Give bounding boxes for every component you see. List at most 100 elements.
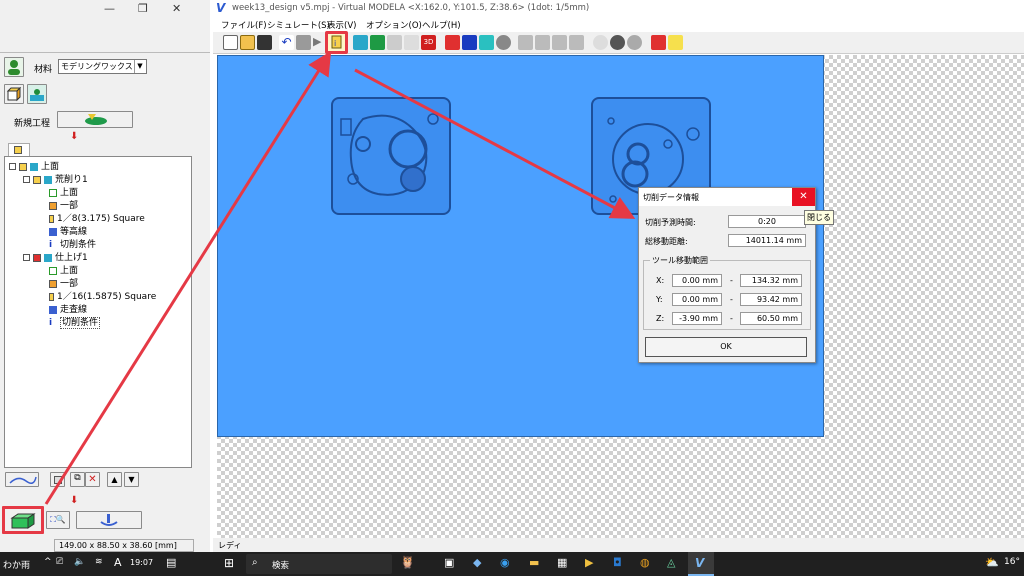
tree-item[interactable]: 仕上げ1 [9, 252, 191, 265]
cutting-data-info-button[interactable]: i [325, 31, 348, 54]
chevron-down-icon[interactable]: ▼ [134, 60, 145, 73]
app-icon[interactable]: ◬ [667, 556, 675, 569]
tree-item[interactable]: i 切削条件 [9, 317, 191, 330]
cut-output-button[interactable] [76, 511, 142, 529]
view-front-icon[interactable] [518, 35, 533, 50]
move-down-icon[interactable]: ▼ [124, 472, 139, 487]
curve-icon[interactable] [387, 35, 402, 50]
clock[interactable]: 19:07 [130, 558, 153, 567]
store-icon[interactable]: ▦ [557, 556, 567, 569]
search-box[interactable]: ⌕ 検索 [246, 554, 392, 574]
new-file-icon[interactable] [223, 35, 238, 50]
info-icon: i [49, 318, 57, 327]
box-outline-icon [49, 188, 57, 197]
delete-icon[interactable]: ✕ [85, 472, 100, 487]
new-process-button[interactable] [57, 111, 133, 128]
tree-item[interactable]: 1／8(3.175) Square [9, 213, 191, 226]
view-top-icon[interactable] [535, 35, 550, 50]
rough-icon [33, 175, 41, 184]
media-icon[interactable]: ▶ [585, 556, 593, 569]
tree-item[interactable]: 一部 [9, 200, 191, 213]
material-select[interactable]: モデリングワックス ▼ [58, 59, 147, 74]
tree-item[interactable]: 等高線 [9, 226, 191, 239]
windows-start-icon[interactable]: ⊞ [224, 556, 234, 570]
tree-item[interactable]: 1／16(1.5875) Square [9, 291, 191, 304]
temperature: 16° [1004, 557, 1020, 567]
grid-red-icon[interactable] [445, 35, 460, 50]
user-icon[interactable] [4, 57, 24, 77]
copilot-icon[interactable]: ◆ [473, 556, 481, 569]
surface-icon [44, 253, 52, 262]
open-folder-icon[interactable] [240, 35, 255, 50]
stop-icon[interactable] [296, 35, 311, 50]
reset-icon[interactable] [651, 35, 666, 50]
delete-icon-box[interactable] [50, 472, 65, 487]
tree-item[interactable]: 上面 [9, 265, 191, 278]
dialog-close-icon[interactable]: ✕ [792, 188, 815, 206]
task-view-icon[interactable]: ▣ [444, 556, 454, 569]
tree-label: 仕上げ1 [55, 253, 88, 263]
toolpath-icon[interactable] [370, 35, 385, 50]
view-side-icon[interactable] [552, 35, 567, 50]
save-icon[interactable] [257, 35, 272, 50]
expand-icon[interactable] [23, 176, 30, 183]
notification-icon[interactable]: ▤ [166, 556, 176, 569]
grid-blue-icon[interactable] [462, 35, 477, 50]
expand-icon[interactable] [9, 163, 16, 170]
menu-view[interactable]: 表示(V) [327, 19, 356, 31]
chrome-icon[interactable]: ◍ [640, 556, 650, 569]
menu-simulate[interactable]: シミュレート(S) [267, 19, 330, 31]
restore-icon[interactable]: ❐ [138, 2, 148, 15]
cutting-simulation-button[interactable] [2, 506, 44, 534]
file-explorer-icon[interactable]: ▬ [529, 556, 539, 569]
window-title: week13_design v5.mpj - Virtual MODELA <X… [232, 3, 590, 13]
tree-item[interactable]: 上面 [9, 161, 191, 174]
material-label: 材料 [34, 65, 53, 75]
3d-view-icon[interactable]: 3D [421, 35, 436, 50]
new-process-label: 新規工程 [14, 119, 51, 129]
tree-item[interactable]: 一部 [9, 278, 191, 291]
tree-label: 走査線 [60, 305, 88, 315]
path-icon[interactable] [5, 472, 39, 487]
ok-button[interactable]: OK [645, 337, 807, 357]
tree-item[interactable]: 走査線 [9, 304, 191, 317]
tray-chevron-icon[interactable]: ^ [44, 557, 52, 567]
volume-icon[interactable]: 🔈 [74, 557, 85, 567]
menu-help[interactable]: ヘルプ(H) [422, 19, 461, 31]
shade-dark-icon[interactable] [610, 35, 625, 50]
shade-gray-icon[interactable] [627, 35, 642, 50]
preview-icon[interactable]: ⛶🔍 [46, 511, 70, 529]
tree-item[interactable]: 荒削り1 [9, 174, 191, 187]
shade-light-icon[interactable] [593, 35, 608, 50]
close-icon[interactable]: ✕ [172, 2, 181, 15]
edge-icon[interactable]: ◉ [500, 556, 510, 569]
box-view-icon[interactable] [4, 84, 24, 104]
wifi-icon[interactable]: ≋ [95, 557, 103, 567]
light-icon[interactable] [668, 35, 683, 50]
virtual-modela-taskbar-button[interactable]: V [688, 552, 714, 576]
undo-icon[interactable]: ↶ [279, 35, 294, 50]
ime-indicator[interactable]: A [114, 556, 122, 569]
y-max: 93.42 mm [740, 293, 802, 306]
tree-item[interactable]: 上面 [9, 187, 191, 200]
menu-file[interactable]: ファイル(F) [221, 19, 267, 31]
line-icon[interactable] [404, 35, 419, 50]
move-up-icon[interactable]: ▲ [107, 472, 122, 487]
tree-item[interactable]: i 切削条件 [9, 239, 191, 252]
minimize-icon[interactable]: — [104, 2, 115, 15]
network-icon[interactable]: ⎚ [56, 557, 63, 567]
grid-cyan-icon[interactable] [479, 35, 494, 50]
owl-icon[interactable]: 🦉 [400, 555, 415, 569]
outlook-icon[interactable]: ◘ [613, 556, 622, 569]
surface-view-icon[interactable] [353, 35, 368, 50]
menu-option[interactable]: オプション(O) [366, 19, 422, 31]
copy-icon[interactable]: ⧉ [70, 472, 85, 487]
expand-icon[interactable] [23, 254, 30, 261]
sphere-icon[interactable] [496, 35, 511, 50]
search-label: 検索 [272, 561, 290, 571]
view-iso-icon[interactable] [569, 35, 584, 50]
surface-icon[interactable] [27, 84, 47, 104]
weather-icon[interactable]: ⛅ [985, 556, 999, 569]
tab-model[interactable] [8, 143, 30, 156]
status-text: レディ [218, 541, 242, 550]
